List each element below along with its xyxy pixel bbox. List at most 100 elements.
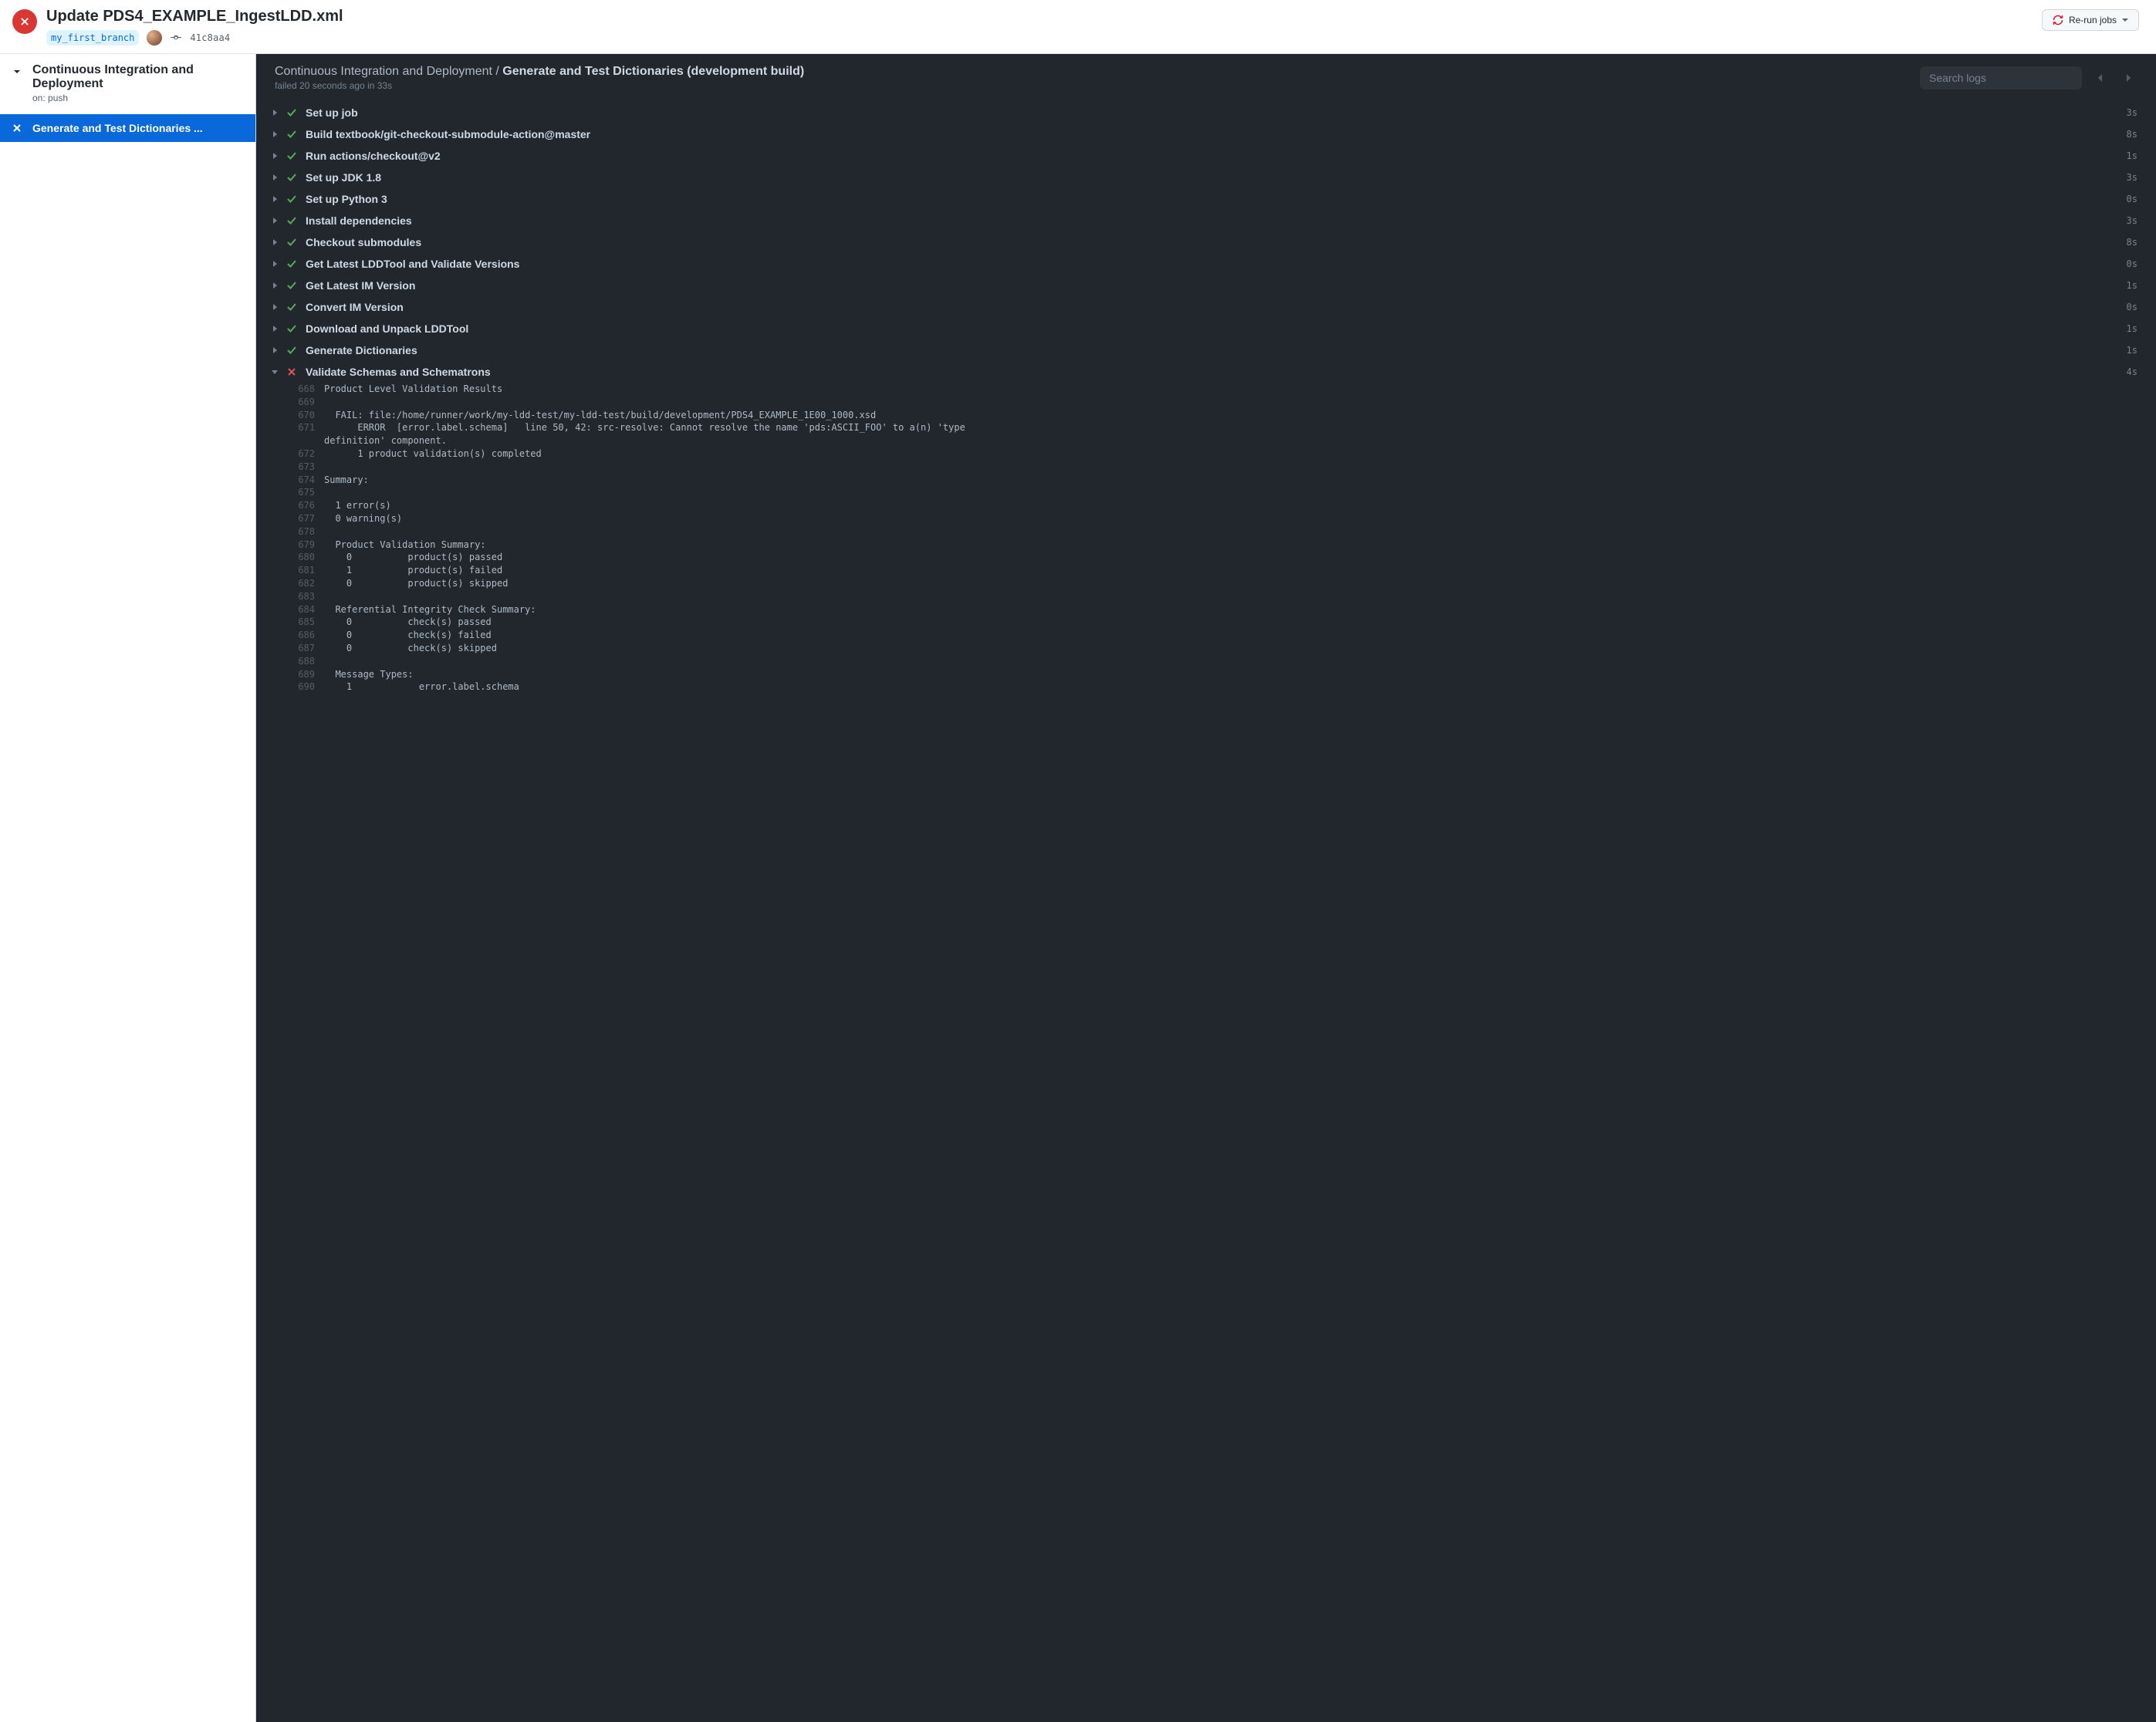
line-content: 1 product validation(s) completed	[324, 447, 542, 461]
avatar[interactable]	[147, 30, 162, 46]
prev-step-button[interactable]	[2091, 69, 2110, 87]
log-header-controls	[1920, 66, 2137, 89]
main-layout: Continuous Integration and Deployment on…	[0, 54, 2156, 1722]
step-row[interactable]: Validate Schemas and Schematrons4s	[256, 361, 2156, 383]
step-row[interactable]: Set up job3s	[256, 102, 2156, 123]
sidebar-job-label: Generate and Test Dictionaries ...	[32, 122, 203, 134]
line-number: 673	[287, 461, 324, 474]
step-label: Run actions/checkout@v2	[306, 150, 2127, 162]
step-row[interactable]: Run actions/checkout@v21s	[256, 145, 2156, 167]
step-row[interactable]: Install dependencies3s	[256, 210, 2156, 231]
log-line: 674Summary:	[256, 474, 2156, 487]
line-number: 688	[287, 655, 324, 668]
search-input[interactable]	[1920, 66, 2082, 89]
line-number: 685	[287, 616, 324, 629]
line-number: 682	[287, 577, 324, 590]
log-line: 690 1 error.label.schema	[256, 680, 2156, 694]
next-step-button[interactable]	[2119, 69, 2137, 87]
line-number: 679	[287, 539, 324, 552]
log-line: 670 FAIL: file:/home/runner/work/my-ldd-…	[256, 409, 2156, 422]
workflow-header[interactable]: Continuous Integration and Deployment on…	[0, 54, 255, 106]
log-output: 668Product Level Validation Results66967…	[256, 383, 2156, 709]
line-number: 672	[287, 447, 324, 461]
line-content: 0 check(s) passed	[324, 616, 492, 629]
step-row[interactable]: Set up JDK 1.83s	[256, 167, 2156, 188]
log-line: 684 Referential Integrity Check Summary:	[256, 603, 2156, 616]
workflow-titles: Continuous Integration and Deployment on…	[32, 63, 245, 103]
step-label: Set up Python 3	[306, 193, 2127, 205]
line-content: 0 check(s) failed	[324, 629, 492, 642]
chevron-right-icon	[269, 258, 281, 270]
rerun-jobs-button[interactable]: Re-run jobs	[2042, 9, 2139, 31]
line-number: 686	[287, 629, 324, 642]
breadcrumb-prefix: Continuous Integration and Deployment /	[275, 65, 502, 78]
chevron-right-icon	[269, 193, 281, 205]
step-duration: 1s	[2127, 323, 2137, 334]
step-row[interactable]: Get Latest LDDTool and Validate Versions…	[256, 253, 2156, 275]
log-line: 683	[256, 590, 2156, 603]
log-line: 671 ERROR [error.label.schema] line 50, …	[256, 421, 2156, 447]
line-content: 0 check(s) skipped	[324, 642, 497, 655]
page-title: Update PDS4_EXAMPLE_IngestLDD.xml	[46, 8, 343, 25]
log-line: 669	[256, 396, 2156, 409]
log-line: 682 0 product(s) skipped	[256, 577, 2156, 590]
log-line: 677 0 warning(s)	[256, 512, 2156, 525]
commit-icon	[170, 32, 182, 44]
line-number: 690	[287, 680, 324, 694]
log-line: 668Product Level Validation Results	[256, 383, 2156, 396]
page-header: Update PDS4_EXAMPLE_IngestLDD.xml my_fir…	[0, 0, 2156, 54]
step-label: Set up job	[306, 106, 2127, 119]
check-icon	[286, 236, 298, 248]
step-label: Get Latest LDDTool and Validate Versions	[306, 258, 2127, 270]
step-row[interactable]: Set up Python 30s	[256, 188, 2156, 210]
step-duration: 0s	[2127, 302, 2137, 312]
step-duration: 8s	[2127, 129, 2137, 140]
breadcrumb: Continuous Integration and Deployment / …	[275, 65, 804, 79]
line-number: 670	[287, 409, 324, 422]
step-row[interactable]: Download and Unpack LDDTool1s	[256, 318, 2156, 339]
log-line: 680 0 product(s) passed	[256, 551, 2156, 564]
check-icon	[286, 171, 298, 184]
line-content: 1 error.label.schema	[324, 680, 519, 694]
chevron-right-icon	[269, 214, 281, 227]
step-label: Convert IM Version	[306, 301, 2127, 313]
step-row[interactable]: Checkout submodules8s	[256, 231, 2156, 253]
line-content: FAIL: file:/home/runner/work/my-ldd-test…	[324, 409, 876, 422]
check-icon	[286, 344, 298, 356]
step-label: Set up JDK 1.8	[306, 171, 2127, 184]
log-line: 687 0 check(s) skipped	[256, 642, 2156, 655]
step-label: Validate Schemas and Schematrons	[306, 366, 2127, 378]
chevron-right-icon	[269, 301, 281, 313]
log-line: 678	[256, 525, 2156, 539]
step-row[interactable]: Generate Dictionaries1s	[256, 339, 2156, 361]
step-row[interactable]: Convert IM Version0s	[256, 296, 2156, 318]
line-content: ERROR [error.label.schema] line 50, 42: …	[324, 421, 965, 447]
x-icon	[11, 122, 23, 134]
branch-link[interactable]: my_first_branch	[46, 30, 139, 46]
log-line: 688	[256, 655, 2156, 668]
log-area: Continuous Integration and Deployment / …	[256, 54, 2156, 1722]
step-duration: 3s	[2127, 107, 2137, 118]
chevron-right-icon	[269, 279, 281, 292]
line-number: 684	[287, 603, 324, 616]
step-row[interactable]: Build textbook/git-checkout-submodule-ac…	[256, 123, 2156, 145]
line-content: Product Validation Summary:	[324, 539, 486, 552]
step-duration: 0s	[2127, 258, 2137, 269]
chevron-down-icon	[11, 66, 23, 78]
x-icon	[286, 366, 298, 378]
step-duration: 0s	[2127, 194, 2137, 204]
sidebar-job-selected[interactable]: Generate and Test Dictionaries ...	[0, 114, 255, 142]
chevron-right-icon	[269, 128, 281, 140]
line-number: 676	[287, 499, 324, 512]
log-line: 685 0 check(s) passed	[256, 616, 2156, 629]
step-duration: 1s	[2127, 150, 2137, 161]
line-content: Product Level Validation Results	[324, 383, 502, 396]
breadcrumb-current: Generate and Test Dictionaries (developm…	[502, 65, 804, 78]
close-icon[interactable]	[12, 9, 37, 34]
step-row[interactable]: Get Latest IM Version1s	[256, 275, 2156, 296]
steps-list: Set up job3sBuild textbook/git-checkout-…	[256, 99, 2156, 712]
step-duration: 3s	[2127, 172, 2137, 183]
line-number: 674	[287, 474, 324, 487]
commit-sha[interactable]: 41c8aa4	[190, 32, 230, 43]
title-block: Update PDS4_EXAMPLE_IngestLDD.xml my_fir…	[46, 8, 343, 46]
